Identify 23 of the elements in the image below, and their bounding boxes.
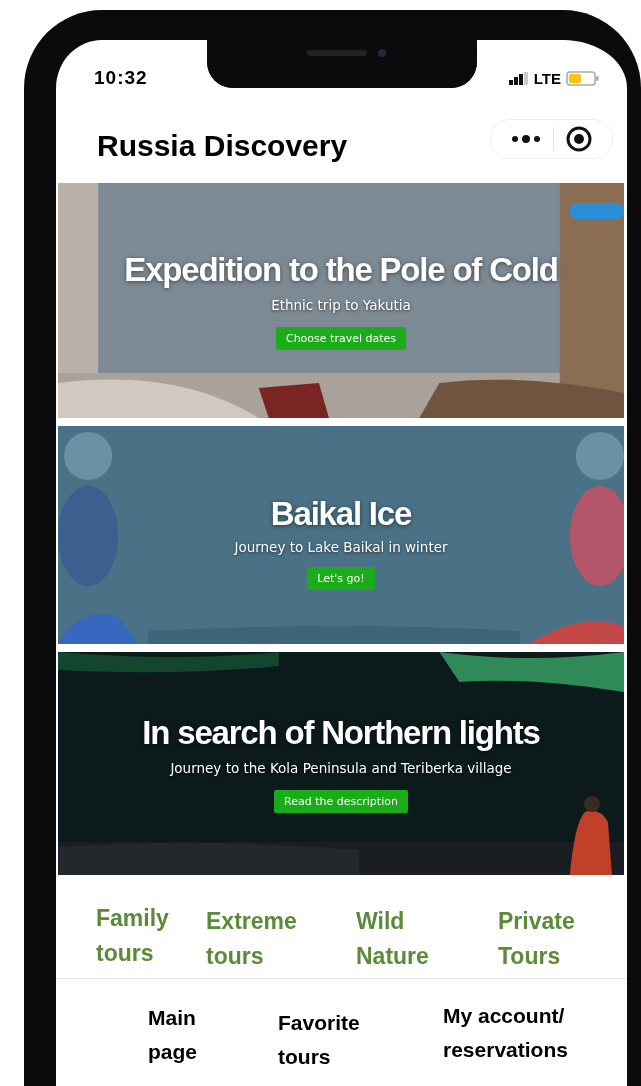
banner-subtitle: Ethnic trip to Yakutia	[271, 297, 411, 313]
banner-title: In search of Northern lights	[142, 714, 540, 752]
banner-button[interactable]: Read the description	[274, 790, 408, 813]
banner-button[interactable]: Let's go!	[307, 566, 375, 590]
banner-subtitle: Journey to Lake Baikal in winter	[234, 538, 448, 555]
battery-icon	[566, 70, 599, 86]
category-link[interactable]: Extreme tours	[206, 904, 297, 974]
app-title: Russia Discovery	[97, 129, 348, 163]
more-icon	[511, 135, 541, 143]
tab-item[interactable]: Favorite tours	[278, 1006, 360, 1074]
signal-icon	[508, 71, 529, 85]
target-icon	[566, 126, 592, 152]
category-link[interactable]: Family tours	[96, 901, 169, 971]
network-label: LTE	[533, 69, 561, 87]
status-time: 10:32	[94, 67, 148, 89]
tab-item[interactable]: My account/ reservations	[443, 999, 593, 1067]
tab-item[interactable]: Main page	[148, 1001, 197, 1069]
banner-title: Expedition to the Pole of Cold	[124, 251, 558, 289]
banner-subtitle: Journey to the Kola Peninsula and Teriberka village	[170, 760, 512, 776]
category-link[interactable]: Wild Nature	[356, 904, 429, 974]
banner-button[interactable]: Choose travel dates	[275, 327, 407, 350]
category-link[interactable]: Private Tours	[498, 904, 575, 974]
banner-title: Baikal Ice	[270, 494, 412, 533]
